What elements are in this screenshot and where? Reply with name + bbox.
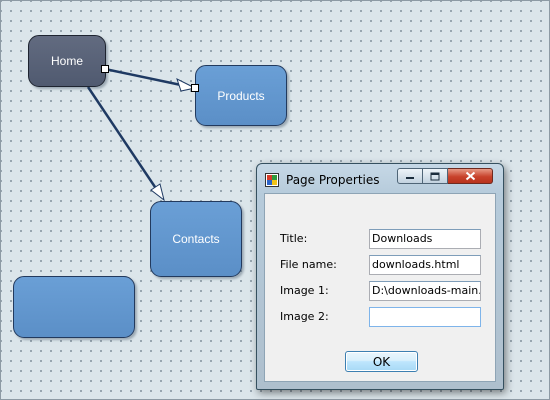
link-home-contacts[interactable] <box>86 86 157 188</box>
minimize-button[interactable] <box>397 168 423 184</box>
node-label: Home <box>50 54 83 68</box>
dialog-title-bar[interactable]: Page Properties <box>257 164 503 194</box>
image2-label: Image 2: <box>280 310 329 323</box>
link-home-products[interactable] <box>104 67 182 87</box>
dialog-title: Page Properties <box>286 173 380 187</box>
title-input[interactable]: Downloads <box>369 229 481 249</box>
image1-input[interactable]: D:\downloads-main.pn <box>369 281 481 301</box>
arrowhead-contacts <box>150 183 165 202</box>
image1-label: Image 1: <box>280 284 329 297</box>
node-unnamed[interactable] <box>13 276 135 338</box>
connection-handle[interactable] <box>101 65 109 73</box>
ok-button[interactable]: OK <box>345 351 418 372</box>
node-label: Contacts <box>172 232 220 246</box>
page-properties-icon <box>265 173 279 187</box>
node-label: Products <box>217 88 265 103</box>
file-name-label: File name: <box>280 258 337 271</box>
file-name-input[interactable]: downloads.html <box>369 255 481 275</box>
maximize-icon <box>430 172 440 180</box>
connection-handle[interactable] <box>191 84 199 92</box>
node-products[interactable]: Products <box>195 65 287 126</box>
title-label: Title: <box>280 232 308 245</box>
page-properties-dialog: Page Properties Title: Downloads File na… <box>256 163 504 390</box>
close-icon <box>465 171 475 181</box>
node-contacts[interactable]: Contacts <box>150 201 242 277</box>
minimize-icon <box>406 177 414 179</box>
close-button[interactable] <box>448 168 493 184</box>
dialog-body: Title: Downloads File name: downloads.ht… <box>264 193 496 382</box>
maximize-button[interactable] <box>423 168 448 184</box>
node-home[interactable]: Home <box>28 35 106 87</box>
image2-input[interactable] <box>369 307 481 327</box>
